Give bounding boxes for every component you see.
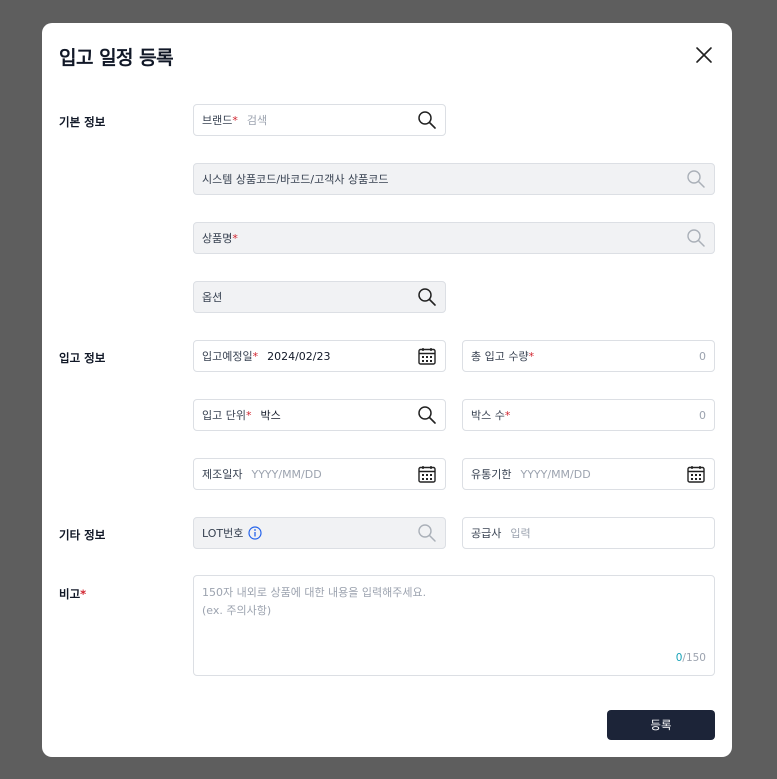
brand-label: 브랜드*	[202, 114, 238, 127]
supplier-field[interactable]: 공급사 입력	[462, 517, 715, 549]
section-label-note: 비고*	[59, 587, 87, 601]
inbound-date-label: 입고예정일*	[202, 350, 259, 363]
total-qty-label: 총 입고 수량*	[471, 350, 535, 363]
modal-title: 입고 일정 등록	[59, 47, 174, 69]
supplier-label: 공급사	[471, 527, 502, 540]
inbound-unit-value: 박스	[260, 409, 281, 422]
section-label-basic: 기본 정보	[59, 115, 106, 129]
note-textarea[interactable]: 150자 내외로 상품에 대한 내용을 입력해주세요. (ex. 주의사항) 0…	[193, 575, 715, 676]
box-count-field[interactable]: 박스 수* 0	[462, 399, 715, 431]
mfg-date-label: 제조일자	[202, 468, 243, 481]
section-label-other: 기타 정보	[59, 528, 106, 542]
lot-number-field: LOT번호	[193, 517, 446, 549]
brand-placeholder: 검색	[246, 114, 268, 127]
product-name-label: 상품명*	[202, 232, 238, 245]
note-placeholder-line1: 150자 내외로 상품에 대한 내용을 입력해주세요.	[202, 586, 427, 599]
box-count-value: 0	[699, 408, 706, 422]
brand-search-field[interactable]: 브랜드* 검색	[193, 104, 446, 136]
search-icon[interactable]	[417, 405, 437, 425]
note-placeholder-line2: (ex. 주의사항)	[202, 604, 272, 617]
system-code-label: 시스템 상품코드/바코드/고객사 상품코드	[202, 173, 389, 186]
box-count-label: 박스 수*	[471, 409, 511, 422]
product-name-field: 상품명*	[193, 222, 715, 254]
inbound-date-field[interactable]: 입고예정일* 2024/02/23	[193, 340, 446, 372]
search-icon	[417, 523, 437, 543]
search-icon	[686, 169, 706, 189]
char-counter: 0/150	[675, 652, 706, 664]
register-button[interactable]: 등록	[607, 710, 715, 740]
section-label-inbound: 입고 정보	[59, 351, 106, 365]
expiry-date-label: 유통기한	[471, 468, 512, 481]
inbound-date-value: 2024/02/23	[267, 349, 331, 363]
inbound-unit-label: 입고 단위*	[202, 409, 252, 422]
supplier-placeholder: 입력	[510, 527, 531, 540]
search-icon[interactable]	[417, 110, 437, 130]
lot-number-label: LOT번호	[202, 527, 244, 540]
system-code-field: 시스템 상품코드/바코드/고객사 상품코드	[193, 163, 715, 195]
search-icon[interactable]	[417, 287, 437, 307]
mfg-date-placeholder: YYYY/MM/DD	[251, 467, 322, 481]
total-qty-field[interactable]: 총 입고 수량* 0	[462, 340, 715, 372]
search-icon	[686, 228, 706, 248]
calendar-icon[interactable]	[417, 346, 437, 366]
inbound-unit-field[interactable]: 입고 단위* 박스	[193, 399, 446, 431]
expiry-date-field[interactable]: 유통기한 YYYY/MM/DD	[462, 458, 715, 490]
close-icon[interactable]	[694, 45, 714, 65]
mfg-date-field[interactable]: 제조일자 YYYY/MM/DD	[193, 458, 446, 490]
expiry-date-placeholder: YYYY/MM/DD	[520, 467, 591, 481]
info-icon[interactable]	[248, 526, 262, 540]
option-label: 옵션	[202, 291, 223, 304]
inbound-schedule-modal: 입고 일정 등록 기본 정보 브랜드* 검색 시스템 상품코드/바코드/고객사 …	[42, 23, 732, 757]
total-qty-value: 0	[699, 349, 706, 363]
option-field[interactable]: 옵션	[193, 281, 446, 313]
calendar-icon[interactable]	[417, 464, 437, 484]
calendar-icon[interactable]	[686, 464, 706, 484]
